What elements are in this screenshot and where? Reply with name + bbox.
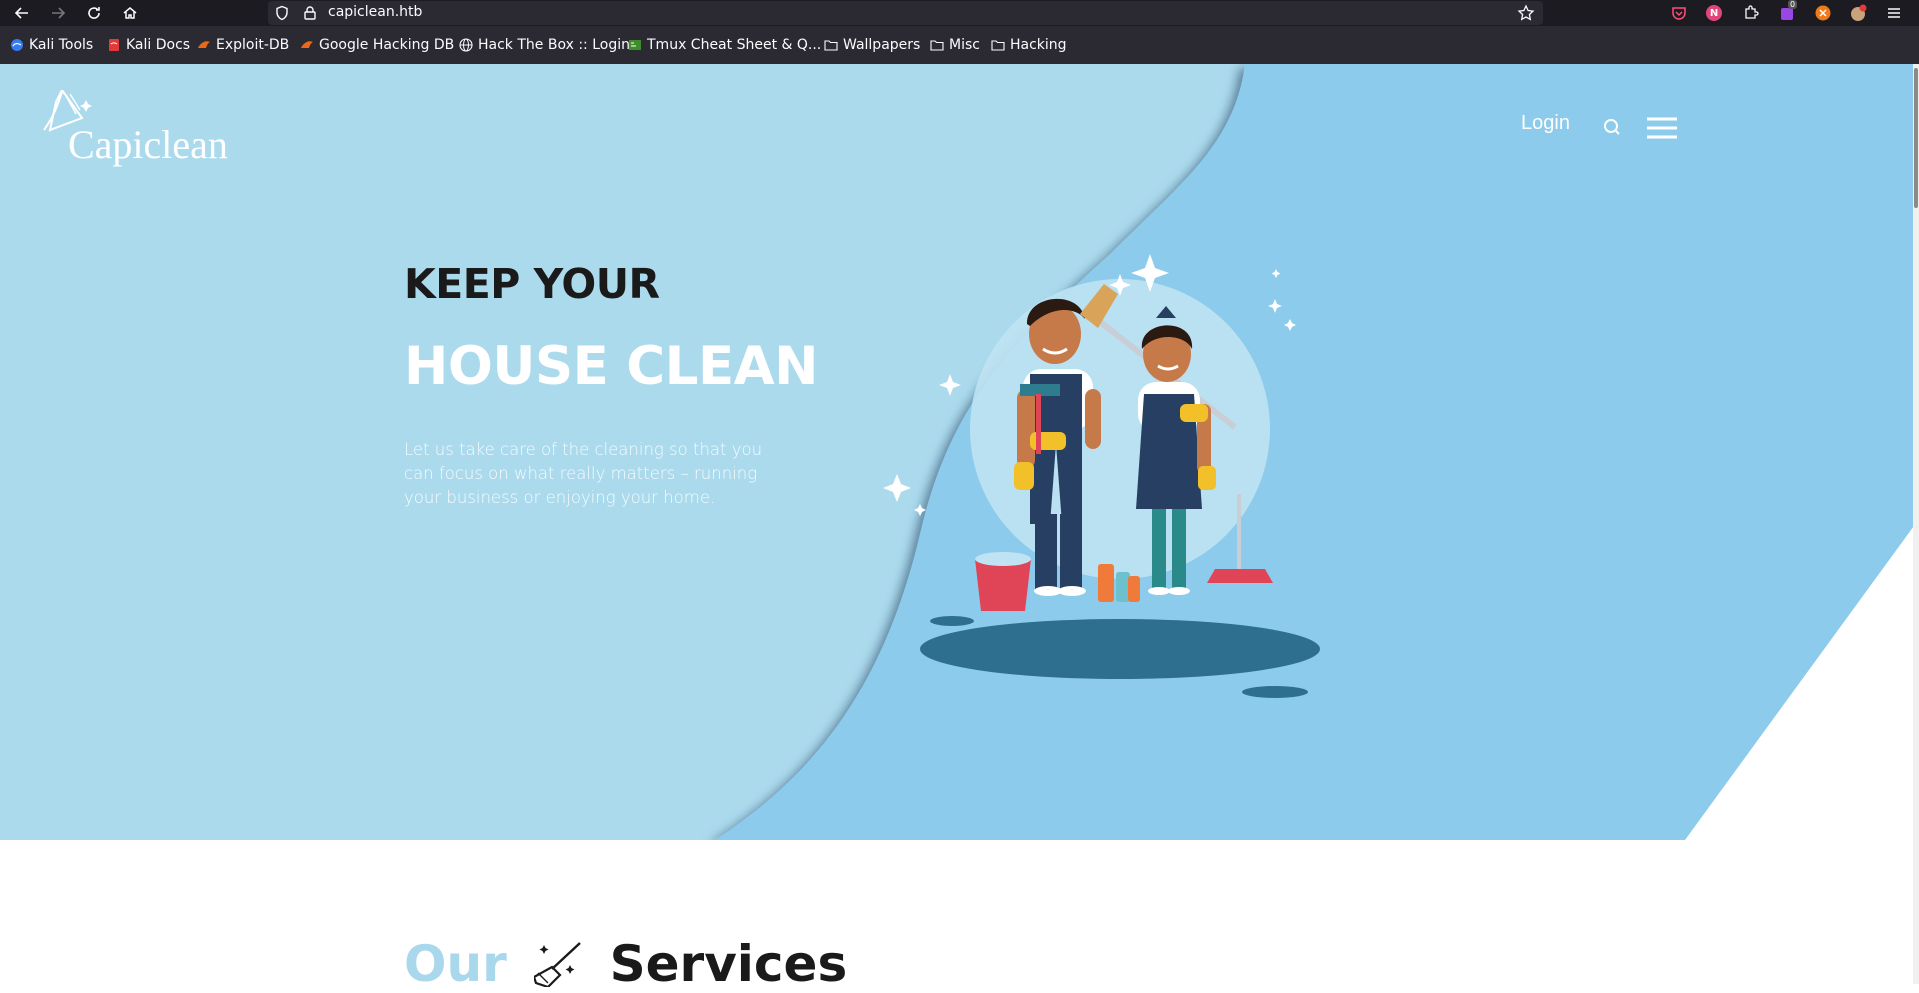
bookmark-kali-docs[interactable]: Kali Docs [107,36,190,54]
bookmark-label: Tmux Cheat Sheet & Q... [647,37,822,53]
reload-icon [88,7,100,19]
home-icon [123,7,137,19]
bookmark-label: Hack The Box :: Login [478,37,630,53]
kali-docs-icon [109,39,119,51]
scrollbar-thumb[interactable] [1914,68,1918,208]
extension-n-button[interactable]: N [1704,3,1724,23]
bookmark-exploit-db[interactable]: Exploit-DB [197,36,289,54]
extension-purple-button[interactable]: 0 [1777,0,1798,23]
bookmark-label: Exploit-DB [216,37,290,53]
arrow-right-icon [52,7,66,19]
orange-extension-icon [1815,5,1831,21]
broom-icon [534,942,582,987]
hamburger-icon [1888,8,1900,18]
bookmarks-bar: Kali Tools Kali Docs Exploit-DB Google H… [0,26,1919,64]
puzzle-icon [1745,5,1759,19]
shield-icon[interactable] [274,5,290,21]
search-icon[interactable] [1603,118,1621,136]
url-bar[interactable]: capiclean.htb [268,1,1543,25]
url-text[interactable]: capiclean.htb [328,4,422,20]
folder-icon [991,40,1005,51]
bookmark-label: Google Hacking DB [319,37,455,53]
hero-heading-line1: KEEP YOUR [404,260,660,308]
services-heading: Our Services [404,935,847,993]
bookmark-kali-tools[interactable]: Kali Tools [10,36,93,54]
folder-icon [930,40,944,51]
login-link[interactable]: Login [1521,112,1570,135]
logo-text[interactable]: Capiclean [68,121,228,168]
avatar-extension-icon [1851,4,1867,21]
back-button[interactable] [10,1,34,25]
hero-description: Let us take care of the cleaning so that… [404,440,763,507]
menu-icon[interactable] [1645,116,1679,140]
extension-badge: 0 [1788,0,1798,9]
globe-icon [459,38,473,52]
hero-section: Capiclean Login KEEP YOUR HOUSE CLEAN Le… [0,64,1919,840]
extension-orange-button[interactable] [1813,3,1833,23]
services-heading-services: Services [609,935,848,993]
extensions-button[interactable] [1741,3,1761,23]
services-heading-our: Our [404,935,507,993]
bookmark-folder-hacking[interactable]: Hacking [991,36,1067,54]
bookmark-label: Kali Docs [126,37,191,53]
pocket-button[interactable] [1669,3,1689,23]
reload-button[interactable] [82,1,106,25]
exploit-db-icon [198,41,210,48]
bookmark-star-icon[interactable] [1517,4,1535,22]
arrow-left-icon [14,7,28,19]
bookmark-folder-misc[interactable]: Misc [930,36,980,54]
page-scrollbar[interactable] [1913,64,1919,984]
bookmark-folder-wallpapers[interactable]: Wallpapers [824,36,920,54]
cleaners-illustration [883,254,1320,698]
bookmark-tmux[interactable]: Tmux Cheat Sheet & Q... [628,36,821,54]
bookmark-hack-the-box[interactable]: Hack The Box :: Login [459,36,630,54]
forward-button[interactable] [46,1,70,25]
bookmark-label: Hacking [1010,37,1067,53]
lock-icon[interactable] [302,5,318,21]
browser-toolbar: capiclean.htb N 0 [0,0,1919,26]
bookmark-label: Misc [949,37,980,53]
bookmark-label: Kali Tools [29,37,94,53]
tmux-icon [629,40,641,50]
bookmark-label: Wallpapers [843,37,921,53]
app-menu-button[interactable] [1884,3,1904,23]
kali-icon [11,39,23,51]
extension-letter: N [1709,7,1719,19]
pocket-icon [1672,7,1686,20]
extension-avatar-button[interactable] [1848,3,1868,23]
ghdb-icon [301,41,313,48]
folder-icon [824,40,838,51]
home-button[interactable] [118,1,142,25]
bookmark-google-hacking-db[interactable]: Google Hacking DB [300,36,454,54]
hero-heading-line2: HOUSE CLEAN [404,336,819,397]
